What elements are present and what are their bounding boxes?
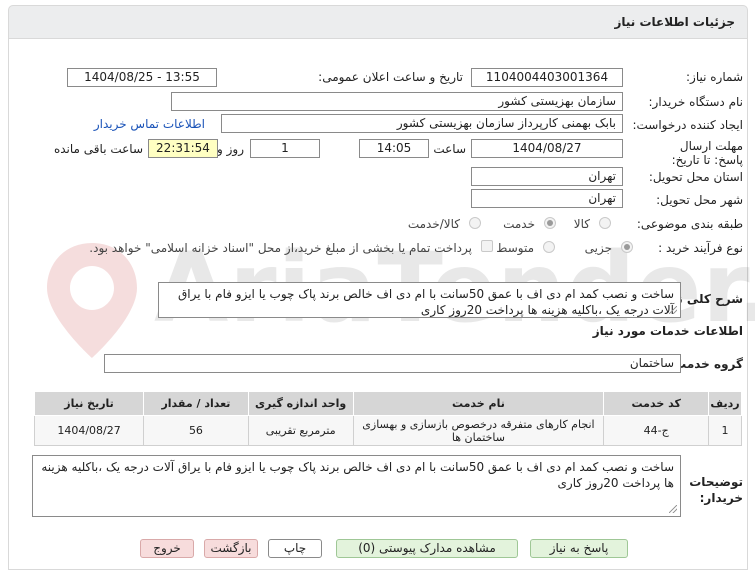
respond-button[interactable]: پاسخ به نیاز (530, 539, 628, 558)
panel-title: جزئیات اطلاعات نیاز (614, 15, 735, 29)
cell-name: انجام کارهای متفرقه درخصوص بازسازی و بهس… (352, 415, 605, 446)
deadline-label: مهلت ارسال پاسخ: تا تاریخ: (671, 139, 743, 167)
print-button[interactable]: چاپ (268, 539, 322, 558)
creator-label: ایجاد کننده درخواست: (632, 118, 743, 132)
day-label: روز و (217, 142, 244, 156)
category-goods-text: کالا (573, 217, 590, 231)
col-qty: تعداد / مقدار (143, 391, 249, 416)
city-label: شهر محل تحویل: (656, 193, 743, 207)
buyer-label: نام دستگاه خریدار: (648, 95, 744, 109)
category-service-radio[interactable] (544, 217, 556, 229)
buyer-notes-label: توضیحات خریدار: (689, 475, 743, 505)
remaining-time-field[interactable]: 22:31:54 (148, 139, 218, 158)
category-goods-radio[interactable] (599, 217, 611, 229)
cell-code: ج-44 (603, 415, 710, 446)
col-unit: واحد اندازه گیری (247, 391, 354, 416)
back-button[interactable]: بازگشت (204, 539, 258, 558)
city-field[interactable]: تهران (471, 189, 623, 208)
service-group-field[interactable]: ساختمان (104, 354, 681, 373)
process-label: نوع فرآیند خرید : (658, 241, 743, 255)
cell-row: 1 (708, 415, 742, 446)
process-medium-radio[interactable] (543, 241, 555, 253)
category-label: طبقه بندی موضوعی: (636, 217, 743, 231)
category-service-text: خدمت (503, 217, 535, 231)
deadline-time-field[interactable]: 14:05 (359, 139, 429, 158)
payment-note: پرداخت تمام یا بخشی از مبلغ خرید،از محل … (89, 241, 472, 255)
treasury-payment-checkbox[interactable] (481, 240, 493, 252)
buyer-field[interactable]: سازمان بهزیستی کشور (171, 92, 623, 111)
province-label: استان محل تحویل: (648, 170, 743, 184)
category-goods-service-text: کالا/خدمت (407, 217, 460, 231)
exit-button[interactable]: خروج (140, 539, 194, 558)
days-field[interactable]: 1 (250, 139, 320, 158)
deadline-date-field[interactable]: 1404/08/27 (471, 139, 623, 158)
buyer-notes-textarea[interactable]: ساخت و نصب کمد ام دی اف با عمق 50سانت با… (32, 455, 681, 517)
cell-qty: 56 (143, 415, 249, 446)
creator-field[interactable]: بابک بهمنی کارپرداز سازمان بهزیستی کشور (221, 114, 623, 133)
resize-handle[interactable] (669, 505, 677, 513)
resize-handle[interactable] (669, 306, 677, 314)
col-date: تاریخ نیاز (33, 391, 145, 416)
process-minor-radio[interactable] (621, 241, 633, 253)
process-medium-text: متوسط (496, 241, 534, 255)
remaining-label: ساعت باقی مانده (53, 142, 143, 156)
cell-unit: مترمربع تقریبی (247, 415, 354, 446)
view-attachments-button[interactable]: مشاهده مدارک پیوستی (0) (336, 539, 518, 558)
province-field[interactable]: تهران (471, 167, 623, 186)
services-table: ردیف کد خدمت نام خدمت واحد اندازه گیری ت… (33, 391, 742, 446)
col-name: نام خدمت (352, 391, 605, 416)
services-section-title: اطلاعات خدمات مورد نیاز (592, 324, 743, 338)
summary-textarea[interactable]: ساخت و نصب کمد ام دی اف با عمق 50سانت با… (158, 282, 681, 318)
buyer-notes-text: ساخت و نصب کمد ام دی اف با عمق 50سانت با… (41, 460, 674, 490)
table-row[interactable]: 1 ج-44 انجام کارهای متفرقه درخصوص بازساز… (33, 415, 742, 446)
need-number-field[interactable]: 1104004403001364 (471, 68, 623, 87)
panel-header: جزئیات اطلاعات نیاز (8, 5, 748, 39)
process-minor-text: جزیی (584, 241, 612, 255)
need-number-label: شماره نیاز: (686, 70, 743, 84)
announce-label: تاریخ و ساعت اعلان عمومی: (318, 70, 463, 84)
announce-field[interactable]: 1404/08/25 - 13:55 (67, 68, 217, 87)
summary-text: ساخت و نصب کمد ام دی اف با عمق 50سانت با… (177, 287, 674, 317)
contact-buyer-link[interactable]: اطلاعات تماس خریدار (94, 117, 205, 131)
table-header-row: ردیف کد خدمت نام خدمت واحد اندازه گیری ت… (33, 391, 742, 416)
col-code: کد خدمت (603, 391, 710, 416)
cell-date: 1404/08/27 (33, 415, 145, 446)
category-goods-service-radio[interactable] (469, 217, 481, 229)
time-label: ساعت (433, 142, 466, 156)
col-row: ردیف (708, 391, 742, 416)
